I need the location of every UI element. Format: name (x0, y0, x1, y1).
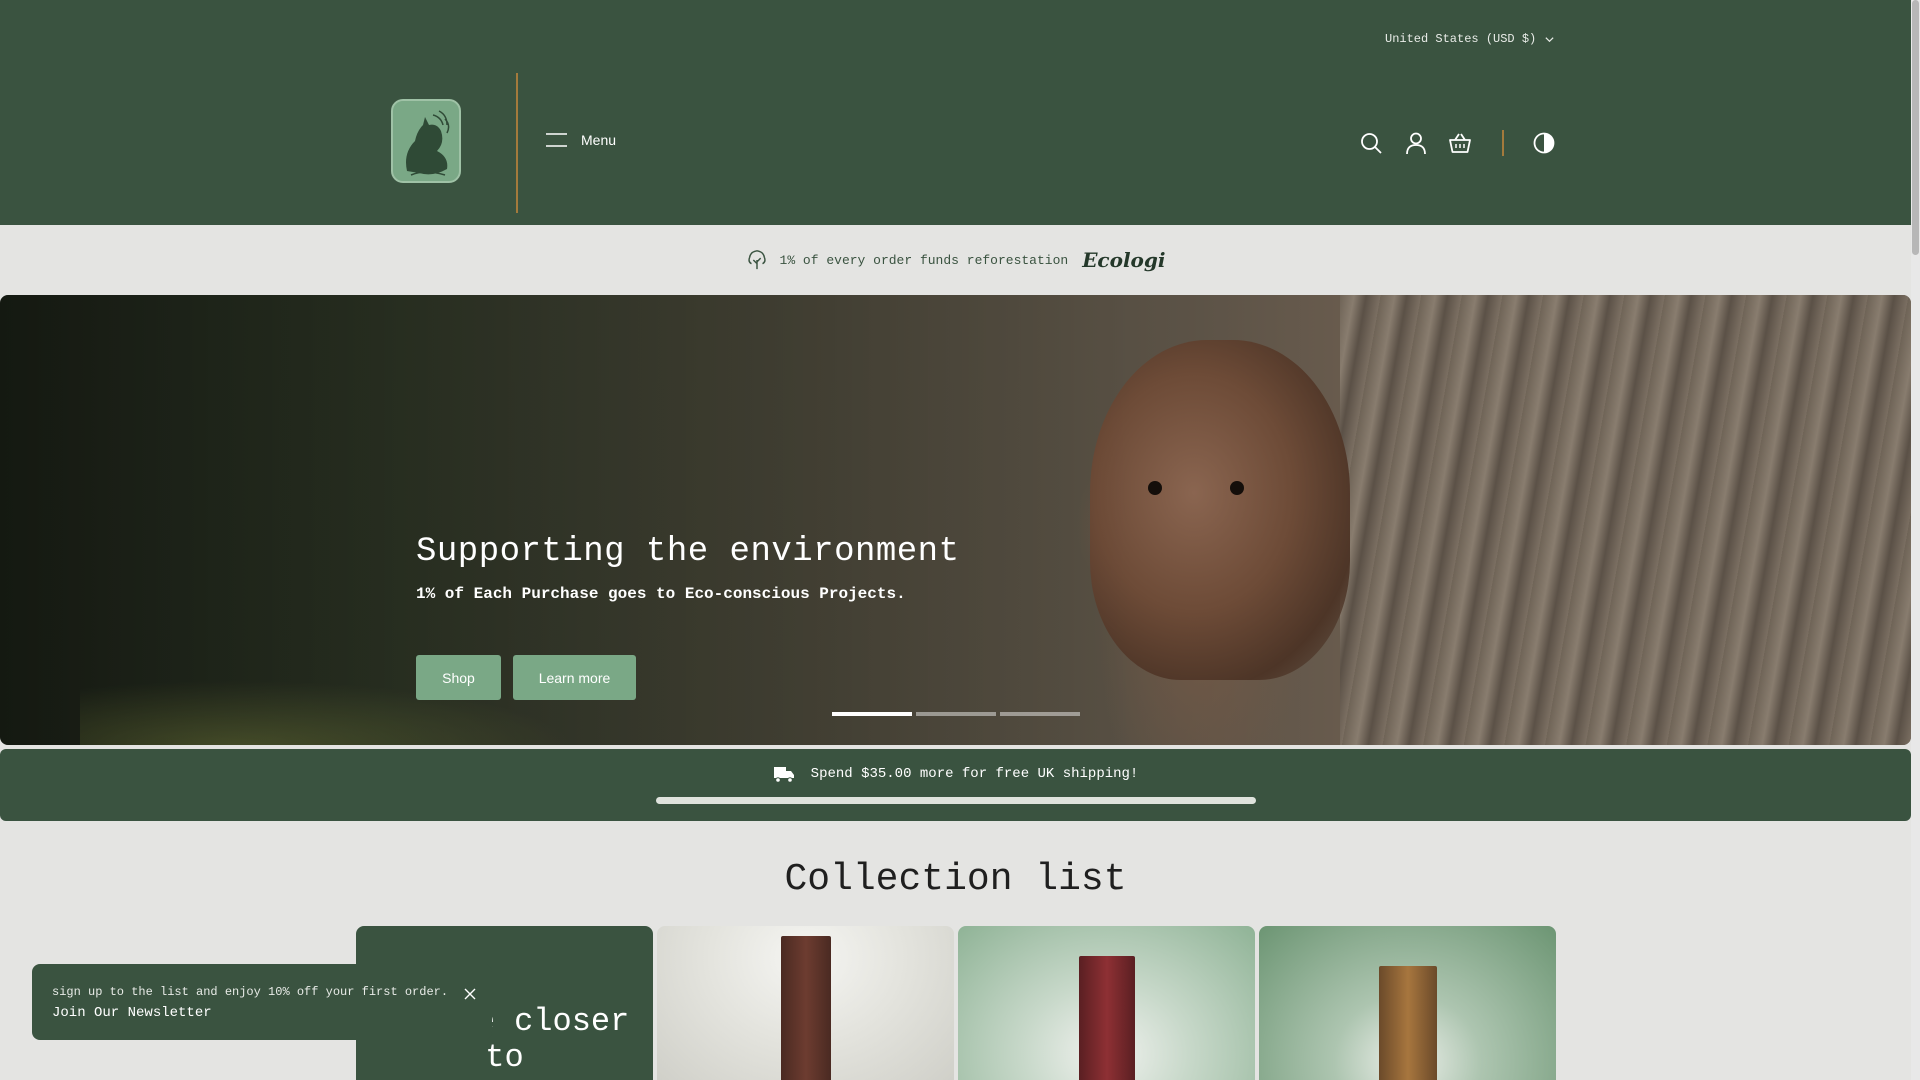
shipping-progress-bar (656, 797, 1256, 804)
newsletter-offer-text: sign up to the list and enjoy 10% off yo… (52, 985, 449, 999)
search-button[interactable] (1358, 130, 1384, 156)
country-selector-label: United States (USD $) (1385, 32, 1537, 46)
slide-indicator[interactable] (1000, 712, 1080, 716)
store-logo[interactable] (391, 99, 461, 183)
slide-indicator[interactable] (832, 712, 912, 716)
truck-icon (773, 767, 794, 783)
menu-button[interactable]: Menu (546, 132, 616, 148)
fox-logo-icon (406, 110, 450, 176)
announcement-text: 1% of every order funds reforestation (779, 252, 1069, 268)
announcement-bar: 1% of every order funds reforestation Ec… (0, 225, 1911, 295)
scrollbar[interactable] (1911, 0, 1920, 1080)
chevron-down-icon (1545, 36, 1554, 42)
contrast-icon (1533, 132, 1555, 154)
shop-button[interactable]: Shop (416, 655, 501, 700)
free-shipping-bar: Spend $35.00 more for free UK shipping! (0, 749, 1911, 821)
hero-subtitle: 1% of Each Purchase goes to Eco-consciou… (416, 585, 906, 603)
newsletter-popup: sign up to the list and enjoy 10% off yo… (32, 964, 492, 1040)
menu-label: Menu (581, 132, 617, 148)
collection-list-title: Collection list (784, 858, 1127, 901)
incense-image (780, 936, 831, 1080)
hero-slideshow: Supporting the environment 1% of Each Pu… (0, 295, 1911, 745)
tree-icon (747, 250, 766, 270)
header-divider (516, 73, 518, 213)
hamburger-icon (546, 133, 567, 147)
scrollbar-thumb[interactable] (1912, 0, 1919, 255)
close-icon[interactable] (462, 986, 478, 1002)
ecologi-logo[interactable]: Ecologi (1082, 248, 1165, 272)
icon-divider (1502, 130, 1504, 156)
learn-more-button[interactable]: Learn more (513, 655, 636, 700)
collection-card[interactable] (1259, 926, 1556, 1080)
site-header: United States (USD $) Menu (0, 0, 1911, 225)
slide-indicators (832, 712, 1080, 716)
incense-image (1378, 966, 1437, 1080)
theme-toggle-button[interactable] (1531, 130, 1557, 156)
search-icon (1361, 133, 1382, 154)
country-selector[interactable]: United States (USD $) (1385, 32, 1555, 46)
collection-card[interactable] (657, 926, 954, 1080)
cart-button[interactable] (1447, 130, 1473, 156)
account-button[interactable] (1403, 130, 1429, 156)
account-icon (1406, 132, 1426, 155)
shipping-message: Spend $35.00 more for free UK shipping! (810, 766, 1139, 782)
slide-indicator[interactable] (916, 712, 996, 716)
hero-title: Supporting the environment (416, 533, 960, 571)
hero-overlay (0, 295, 1911, 745)
basket-icon (1449, 133, 1471, 153)
join-newsletter-link[interactable]: Join Our Newsletter (52, 1005, 472, 1021)
incense-image (1078, 956, 1135, 1080)
collection-card[interactable] (958, 926, 1255, 1080)
